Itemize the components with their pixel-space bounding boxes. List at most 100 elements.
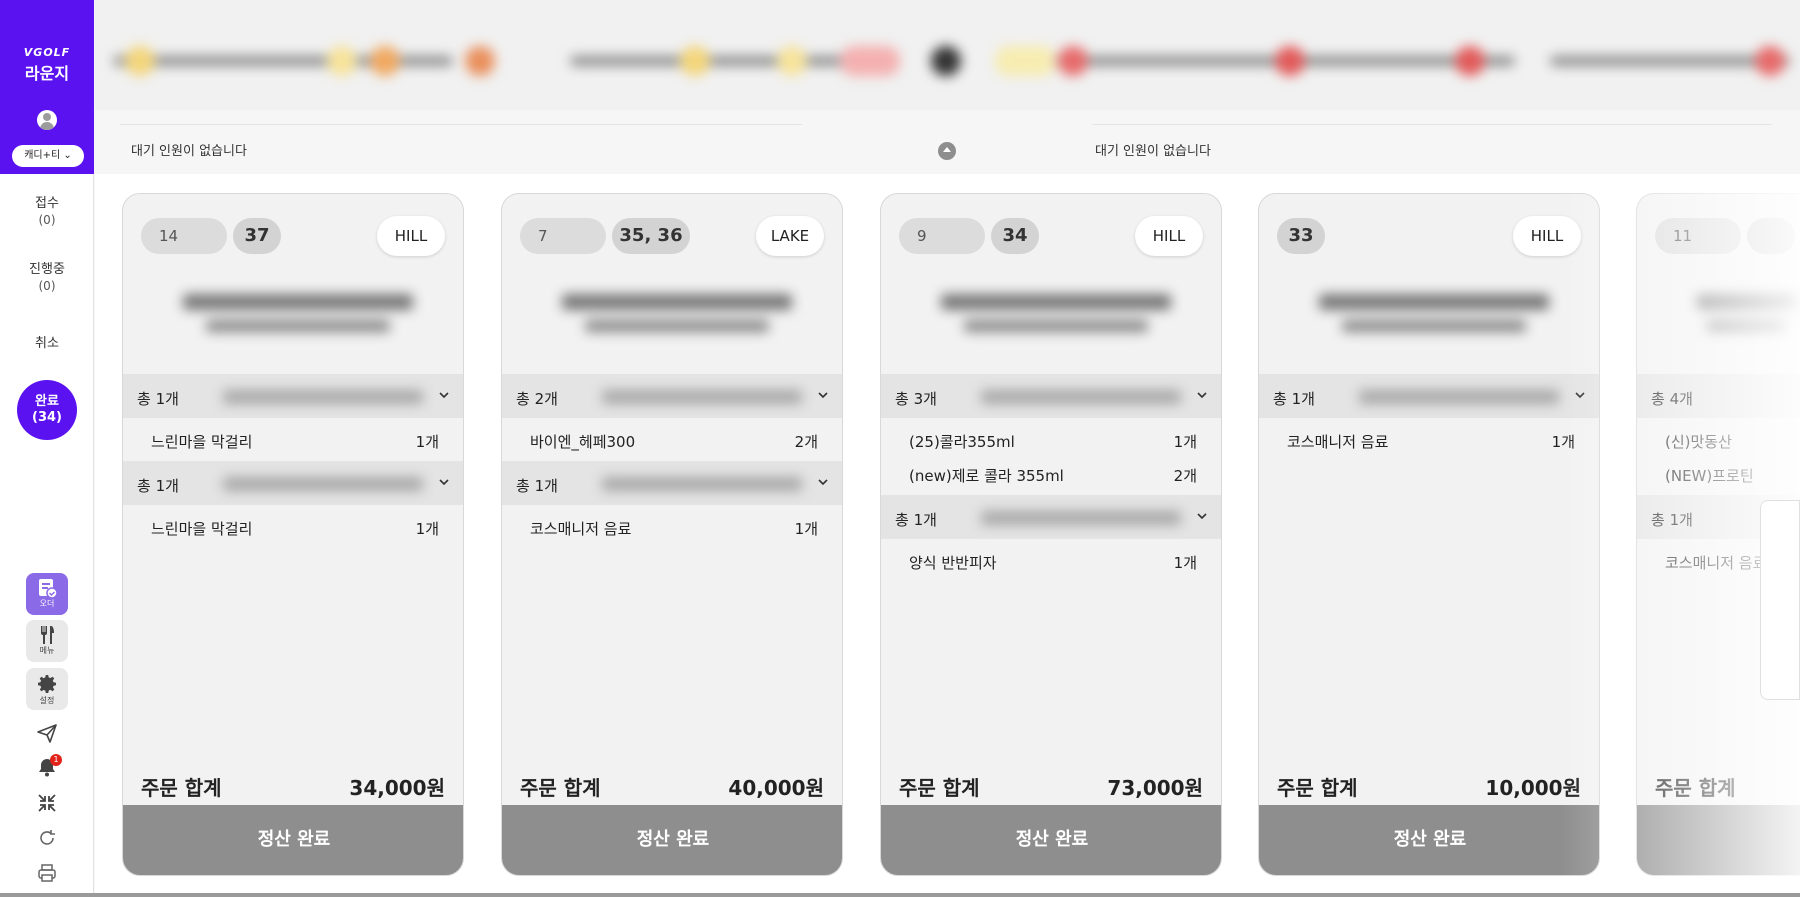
nav-in-progress[interactable]: 진행중 (0) [0, 262, 94, 294]
timeline-dot [1755, 46, 1785, 76]
order-icon [39, 579, 58, 599]
nav-cancelled[interactable]: 취소 [0, 336, 94, 352]
chevron-down-icon [1575, 392, 1585, 399]
order-tool-button[interactable]: 오더 [26, 573, 68, 615]
settings-tool-label: 설정 [39, 696, 55, 705]
order-card[interactable]: 9 34 HILL 총 3개 (25)콜라355ml 1개 (new)제로 콜라… [880, 193, 1222, 876]
group-total: 총 1개 [137, 390, 179, 408]
order-total-label: 주문 합계 [899, 776, 980, 800]
brand-panel: VGOLF 라운지 캐디+티 ⌄ [0, 0, 94, 174]
group-total: 총 4개 [1651, 390, 1693, 408]
order-total-label: 주문 합계 [1277, 776, 1358, 800]
group-total: 총 1개 [516, 477, 558, 495]
chevron-down-icon [818, 392, 828, 399]
refresh-button[interactable] [26, 823, 68, 853]
order-total-row: 주문 합계 10,000원 [1277, 772, 1581, 802]
item-qty: 1개 [1173, 554, 1197, 572]
item-qty: 1개 [1551, 433, 1575, 451]
order-group-header[interactable]: 총 4개 [1637, 374, 1800, 418]
item-name: 코스매니저 음료 [1665, 554, 1767, 572]
settings-tool-button[interactable]: 설정 [26, 668, 68, 710]
order-card[interactable]: 7 35, 36 LAKE 총 2개 바이엔_헤페300 2개 총 1개 코스매… [501, 193, 843, 876]
user-avatar-icon[interactable] [37, 110, 57, 130]
customer-name-blurred [183, 294, 413, 340]
group-info-blurred [223, 477, 423, 491]
order-tool-label: 오더 [39, 599, 55, 608]
tee-number: 34 [991, 218, 1039, 254]
order-group-header[interactable]: 총 3개 [881, 374, 1221, 418]
timeline-dot [840, 46, 900, 76]
nav-completed[interactable]: 완료 (34) [17, 380, 77, 440]
print-button[interactable] [26, 858, 68, 888]
order-group-header[interactable]: 총 1개 [881, 495, 1221, 539]
order-total-amount: 10,000원 [1485, 776, 1581, 800]
item-qty: 1개 [794, 520, 818, 538]
group-info-blurred [602, 477, 802, 491]
course-badge[interactable]: LAKE [756, 216, 824, 256]
order-item: 느린마을 막걸리 1개 [151, 431, 439, 455]
course-badge[interactable]: HILL [1135, 216, 1203, 256]
chevron-down-icon [439, 392, 449, 399]
settle-complete-button[interactable]: 정산 완료 [881, 805, 1221, 875]
nav-received-count: (0) [38, 213, 56, 227]
side-drawer-handle[interactable] [1760, 500, 1800, 700]
collapse-button[interactable] [26, 788, 68, 818]
nav-received-label: 접수 [35, 196, 59, 211]
group-info-blurred [981, 511, 1181, 525]
chevron-down-icon [439, 479, 449, 486]
paper-plane-icon [37, 724, 57, 743]
order-number: 9 [899, 218, 985, 254]
order-total-row: 주문 합계 34,000원 [141, 772, 445, 802]
notifications-button[interactable]: 1 [26, 752, 68, 782]
nav-received[interactable]: 접수 (0) [0, 196, 94, 228]
group-total: 총 1개 [1651, 511, 1693, 529]
tee-number: 37 [233, 218, 281, 254]
item-name: 코스매니저 음료 [1287, 433, 1389, 451]
vgolf-logo: VGOLF [23, 46, 71, 59]
nav-in-progress-count: (0) [38, 279, 56, 293]
item-qty: 2개 [794, 433, 818, 451]
order-group-header[interactable]: 총 1개 [123, 374, 463, 418]
order-total-label: 주문 합계 [141, 776, 222, 800]
order-item: (신)맛동산 [1665, 431, 1800, 455]
collapse-up-button[interactable] [938, 142, 956, 160]
item-name: 양식 반반피자 [909, 554, 997, 572]
settle-complete-button[interactable] [1637, 805, 1800, 875]
order-card[interactable]: 33 HILL 총 1개 코스매니저 음료 1개 주문 합계 10,000원 정… [1258, 193, 1600, 876]
item-qty: 2개 [1173, 467, 1197, 485]
role-selector[interactable]: 캐디+티 ⌄ [12, 145, 84, 167]
window-bottom-border [0, 893, 1800, 897]
order-total-amount: 40,000원 [728, 776, 824, 800]
item-qty: 1개 [1173, 433, 1197, 451]
settle-complete-button[interactable]: 정산 완료 [1259, 805, 1599, 875]
settle-complete-button[interactable]: 정산 완료 [123, 805, 463, 875]
timeline-dot [777, 46, 807, 76]
settle-complete-button[interactable]: 정산 완료 [502, 805, 842, 875]
order-group-header[interactable]: 총 2개 [502, 374, 842, 418]
collapse-arrows-icon [38, 794, 56, 812]
menu-tool-button[interactable]: 메뉴 [26, 620, 68, 662]
order-total-amount: 34,000원 [349, 776, 445, 800]
course-badge[interactable]: HILL [1513, 216, 1581, 256]
order-group-header[interactable]: 총 1개 [1259, 374, 1599, 418]
timeline-dot [680, 46, 710, 76]
chevron-down-icon [1197, 392, 1207, 399]
order-group-header[interactable]: 총 1개 [123, 461, 463, 505]
item-name: 느린마을 막걸리 [151, 520, 253, 538]
order-item: 양식 반반피자 1개 [909, 552, 1197, 576]
waiting-status-left: 대기 인원이 없습니다 [131, 144, 247, 159]
order-total-row: 주문 합계 73,000원 [899, 772, 1203, 802]
tee-timeline [95, 0, 1800, 110]
send-button[interactable] [26, 718, 68, 748]
timeline-dot [327, 46, 357, 76]
order-number: 14 [141, 218, 227, 254]
waiting-status-right: 대기 인원이 없습니다 [1095, 144, 1211, 159]
item-qty: 1개 [415, 433, 439, 451]
order-total-row: 주문 합계 40,000원 [520, 772, 824, 802]
course-badge[interactable]: HILL [377, 216, 445, 256]
order-total-row: 주문 합계 [1655, 772, 1782, 802]
group-total: 총 2개 [516, 390, 558, 408]
order-group-header[interactable]: 총 1개 [502, 461, 842, 505]
order-card[interactable]: 14 37 HILL 총 1개 느린마을 막걸리 1개 총 1개 느린마을 막걸… [122, 193, 464, 876]
order-item: (NEW)프로틴 [1665, 465, 1800, 489]
